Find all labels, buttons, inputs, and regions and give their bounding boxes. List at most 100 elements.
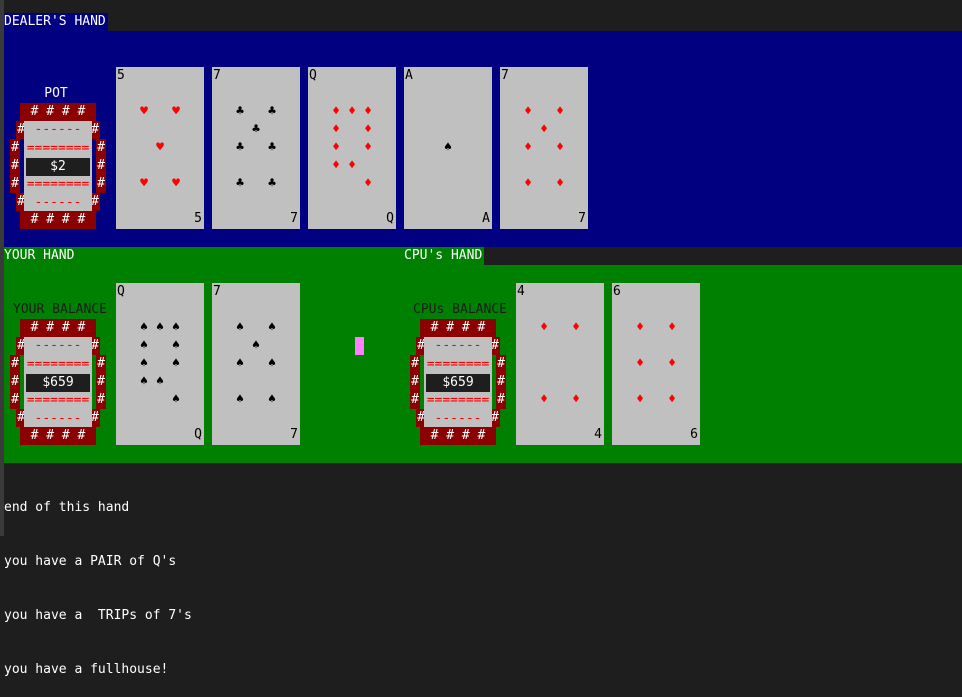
card-suit-icon: ♦ [524,140,532,155]
chip-hash: # [410,373,420,391]
card-suit-icon: ♣ [236,140,244,155]
pot-label: POT [44,86,68,101]
card-rank: Q [309,68,317,83]
card-suit-icon: ♣ [268,176,276,191]
card-suit-icon: ♦ [556,140,564,155]
card-suit-icon: ♠ [156,320,164,335]
card-suit-icon: ♠ [172,320,180,335]
card-suit-icon: ♦ [348,158,356,173]
card-suit-icon: ♦ [332,140,340,155]
chip-stripe: ======== [26,141,90,156]
card-suit-icon: ♦ [332,122,340,137]
card-suit-icon: ♦ [364,176,372,191]
card-suit-icon: ♠ [172,392,180,407]
card-suit-icon: ♠ [140,338,148,353]
card-rank: 5 [194,211,202,226]
card-suit-icon: ♦ [540,320,548,335]
chip-hash-row: # # # # [20,427,96,445]
chip-hash: # [10,175,20,193]
card-suit-icon: ♠ [140,356,148,371]
card-suit-icon: ♦ [636,356,644,371]
card-suit-icon: ♣ [236,104,244,119]
chip-stripe: ------ [34,122,82,137]
card-suit-icon: ♦ [332,104,340,119]
card-rank: 7 [213,68,221,83]
chip-stripe: ------ [34,195,82,210]
card-suit-icon: ♦ [540,392,548,407]
playing-card: Q Q ♦ ♦ ♦ ♦ ♦ ♦ ♦ ♦ ♦ ♦ [308,67,396,229]
card-suit-icon: ♠ [268,356,276,371]
chip-hash: # [96,373,106,391]
card-rank: 5 [117,68,125,83]
chip-hash: # [96,157,106,175]
card-suit-icon: ♣ [252,122,260,137]
card-suit-icon: ♦ [524,104,532,119]
chip-stripe: ------ [434,411,482,426]
chip-stripe: ======== [426,357,490,372]
card-suit-icon: ♣ [236,176,244,191]
chip-hash-row: # # # # [20,103,96,121]
card-suit-icon: ♠ [140,374,148,389]
chip-stripe: ------ [34,338,82,353]
card-suit-icon: ♠ [172,356,180,371]
chip-hash: # [10,355,20,373]
card-suit-icon: ♠ [444,140,452,155]
chip-hash: # [10,373,20,391]
chip-hash: # [410,355,420,373]
dealer-hand-label: DEALER'S HAND [4,13,108,31]
card-suit-icon: ♣ [268,140,276,155]
cpu-balance-label: CPUs BALANCE [413,302,507,317]
card-suit-icon: ♠ [140,320,148,335]
card-suit-icon: ♦ [524,176,532,191]
chip-hash: # [10,391,20,409]
your-balance-label: YOUR BALANCE [13,302,107,317]
card-rank: 7 [501,68,509,83]
playing-card: 4 4 ♦ ♦ ♦ ♦ [516,283,604,445]
chip-stripe: ======== [26,357,90,372]
card-suit-icon: ♦ [364,140,372,155]
card-rank: 6 [690,427,698,442]
chip-hash: # [10,139,20,157]
card-rank: 7 [290,427,298,442]
card-suit-icon: ♥ [140,104,148,119]
pot-chip: # # # # # # # # # # # # # # # # # # ------ ======== ==… [10,103,106,229]
your-hand-label: YOUR HAND [4,248,75,263]
card-suit-icon: ♦ [364,122,372,137]
playing-card: 7 7 ♠ ♠ ♠ ♠ ♠ ♠ ♠ [212,283,300,445]
card-suit-icon: ♥ [172,176,180,191]
card-suit-icon: ♠ [172,338,180,353]
card-rank: A [482,211,490,226]
chip-face: ------ ======== ======== ------ $659 [24,337,92,427]
card-suit-icon: ♦ [668,356,676,371]
card-rank: 6 [613,284,621,299]
card-suit-icon: ♦ [572,320,580,335]
chip-hash-row: # # # # [420,427,496,445]
chip-hash-row: # # # # [20,319,96,337]
card-suit-icon: ♦ [636,392,644,407]
dealer-area: POT # # # # # # # # # # # # # # # # # # ------ ======… [4,31,962,247]
chip-amount: $659 [426,374,490,392]
log-line: you have a fullhouse! [4,662,169,677]
cpu-hand-label: CPU's HAND [404,248,483,263]
card-suit-icon: ♦ [540,122,548,137]
card-rank: 4 [517,284,525,299]
card-suit-icon: ♠ [156,374,164,389]
chip-stripe: ======== [26,177,90,192]
chip-hash: # [96,391,106,409]
playing-card: 7 7 ♦ ♦ ♦ ♦ ♦ ♦ ♦ [500,67,588,229]
card-suit-icon: ♦ [572,392,580,407]
card-suit-icon: ♦ [668,392,676,407]
card-rank: 7 [290,211,298,226]
card-suit-icon: ♠ [236,392,244,407]
card-suit-icon: ♠ [252,338,260,353]
log-line: end of this hand [4,500,130,515]
your-balance-chip: # # # # # # # # # # # # # # # # # # ------ ======== ==… [10,319,106,445]
chip-hash: # [496,355,506,373]
chip-stripe: ======== [426,393,490,408]
playing-card: A A ♠ [404,67,492,229]
chip-hash-row: # # # # [420,319,496,337]
card-rank: Q [194,427,202,442]
player-labels-bar: YOUR HAND CPU's HAND [4,247,484,265]
playing-card: 6 6 ♦ ♦ ♦ ♦ ♦ ♦ [612,283,700,445]
card-suit-icon: ♦ [348,104,356,119]
